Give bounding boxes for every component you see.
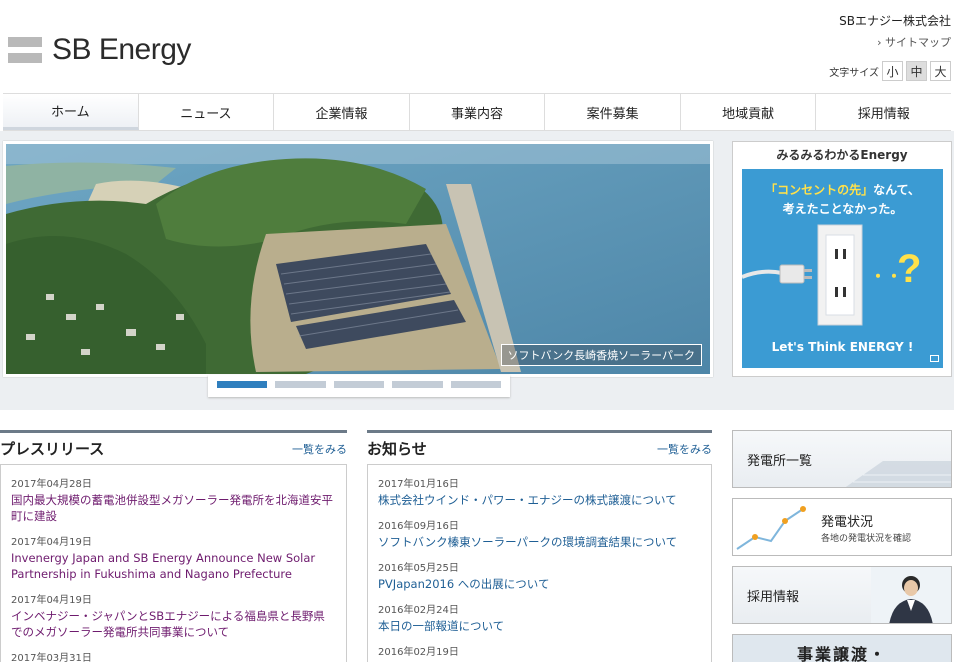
hero-slider[interactable]: ソフトバンク長崎香焼ソーラーパーク — [3, 141, 713, 377]
news-section: お知らせ 一覧をみる 2017年01月16日 株式会社ウインド・パワー・エナジー… — [367, 430, 712, 662]
business-transfer-label: 事業譲渡・ — [796, 645, 887, 662]
item-link[interactable]: インベナジー・ジャパンとSBエナジーによる福島県と長野県でのメガソーラー発電所共… — [11, 608, 336, 640]
generation-status-banner[interactable]: 発電状況 各地の発電状況を確認 — [732, 498, 952, 556]
nav-item-company[interactable]: 企業情報 — [274, 94, 410, 130]
slider-dot-5[interactable] — [450, 381, 502, 388]
list-item: 2017年03月31日 — [11, 649, 336, 662]
nav-item-business[interactable]: 事業内容 — [410, 94, 546, 130]
nav-item-community[interactable]: 地域貢献 — [681, 94, 817, 130]
item-link[interactable]: PVJapan2016 への出展について — [378, 576, 701, 592]
company-name: SBエナジー株式会社 — [839, 14, 951, 28]
promo-footer: Let's Think ENERGY ! — [771, 340, 914, 354]
list-item: 2016年02月19日 — [378, 643, 701, 658]
person-photo-icon — [871, 567, 951, 623]
global-nav: ホーム ニュース 企業情報 事業内容 案件募集 地域貢献 採用情報 — [3, 93, 951, 131]
slider-dot-4[interactable] — [392, 381, 443, 388]
sitemap-link[interactable]: › サイトマップ — [877, 34, 951, 50]
question-mark-icon: ? — [897, 247, 922, 291]
line-chart-icon — [736, 506, 806, 550]
site-logo[interactable]: SB Energy — [8, 32, 191, 68]
nav-item-projects[interactable]: 案件募集 — [545, 94, 681, 130]
generation-status-title: 発電状況 — [821, 515, 874, 530]
nav-item-news[interactable]: ニュース — [139, 94, 275, 130]
hero-caption: ソフトバンク長崎香焼ソーラーパーク — [500, 344, 702, 366]
list-item: 2017年01月16日 株式会社ウインド・パワー・エナジーの株式譲渡について — [378, 475, 701, 508]
item-date: 2017年04月28日 — [11, 479, 92, 490]
press-release-list: 2017年04月28日 国内最大規模の蓄電池併設型メガソーラー発電所を北海道安平… — [0, 464, 347, 662]
slider-dot-1[interactable] — [217, 381, 268, 388]
promo-panel[interactable]: 「コンセントの先」なんて、 考えたことなかった。 ・・ ? Let's Thin… — [742, 169, 943, 368]
slider-dot-3[interactable] — [333, 381, 385, 388]
item-date: 2017年04月19日 — [11, 595, 92, 606]
news-list: 2017年01月16日 株式会社ウインド・パワー・エナジーの株式譲渡について 2… — [367, 464, 712, 662]
recruit-banner[interactable]: 採用情報 — [732, 566, 952, 624]
promo-title: みるみるわかるEnergy — [776, 148, 908, 162]
item-date: 2016年02月24日 — [378, 605, 459, 616]
news-more-link[interactable]: 一覧をみる — [657, 441, 712, 457]
press-release-header: プレスリリース 一覧をみる — [0, 430, 347, 464]
item-link[interactable]: 本日の一部報道について — [378, 618, 701, 634]
font-size-small-button[interactable]: 小 — [882, 61, 903, 81]
news-header: お知らせ 一覧をみる — [367, 430, 712, 464]
external-window-icon — [930, 355, 939, 362]
slider-dots — [208, 375, 510, 397]
list-item: 2016年09月16日 ソフトバンク榛東ソーラーパークの環境調査結果について — [378, 517, 701, 550]
item-date: 2017年03月31日 — [11, 653, 92, 662]
generation-status-sub: 各地の発電状況を確認 — [821, 534, 912, 544]
font-size-label: 文字サイズ — [829, 67, 879, 79]
logo-text: SB Energy — [52, 33, 191, 66]
news-title: お知らせ — [367, 440, 427, 458]
list-item: 2017年04月28日 国内最大規模の蓄電池併設型メガソーラー発電所を北海道安平… — [11, 475, 336, 524]
list-item: 2016年05月25日 PVJapan2016 への出展について — [378, 559, 701, 592]
chevron-right-icon: › — [877, 36, 885, 49]
recruit-label: 採用情報 — [747, 590, 800, 605]
business-transfer-banner[interactable]: 事業譲渡・ — [732, 634, 952, 662]
press-release-title: プレスリリース — [0, 440, 105, 458]
item-date: 2017年01月16日 — [378, 479, 459, 490]
press-release-more-link[interactable]: 一覧をみる — [292, 441, 347, 457]
font-size-large-button[interactable]: 大 — [930, 61, 951, 81]
item-date: 2016年02月19日 — [378, 647, 459, 658]
nav-item-home[interactable]: ホーム — [3, 94, 139, 130]
list-item: 2016年02月24日 本日の一部報道について — [378, 601, 701, 634]
power-plants-banner[interactable]: 発電所一覧 — [732, 430, 952, 488]
press-release-section: プレスリリース 一覧をみる 2017年04月28日 国内最大規模の蓄電池併設型メ… — [0, 430, 347, 662]
list-item: 2017年04月19日 Invenergy Japan and SB Energ… — [11, 533, 336, 582]
energy-promo-box[interactable]: みるみるわかるEnergy 「コンセントの先」なんて、 考えたことなかった。 ・… — [732, 141, 952, 377]
item-link[interactable]: 株式会社ウインド・パワー・エナジーの株式譲渡について — [378, 492, 701, 508]
item-link[interactable]: 国内最大規模の蓄電池併設型メガソーラー発電所を北海道安平町に建設 — [11, 492, 336, 524]
font-size-medium-button[interactable]: 中 — [906, 61, 927, 81]
font-size-switcher: 文字サイズ 小 中 大 — [829, 61, 951, 81]
item-date: 2017年04月19日 — [11, 537, 92, 548]
nav-item-recruit[interactable]: 採用情報 — [816, 94, 951, 130]
item-date: 2016年09月16日 — [378, 521, 459, 532]
item-link[interactable]: ソフトバンク榛東ソーラーパークの環境調査結果について — [378, 534, 701, 550]
list-item: 2017年04月19日 インベナジー・ジャパンとSBエナジーによる福島県と長野県… — [11, 591, 336, 640]
hero-solar-park-image — [6, 144, 710, 374]
item-link[interactable]: Invenergy Japan and SB Energy Announce N… — [11, 550, 336, 582]
logo-mark-icon — [8, 37, 42, 63]
power-plants-label: 発電所一覧 — [747, 454, 813, 469]
item-date: 2016年05月25日 — [378, 563, 459, 574]
slider-dot-2[interactable] — [275, 381, 326, 388]
